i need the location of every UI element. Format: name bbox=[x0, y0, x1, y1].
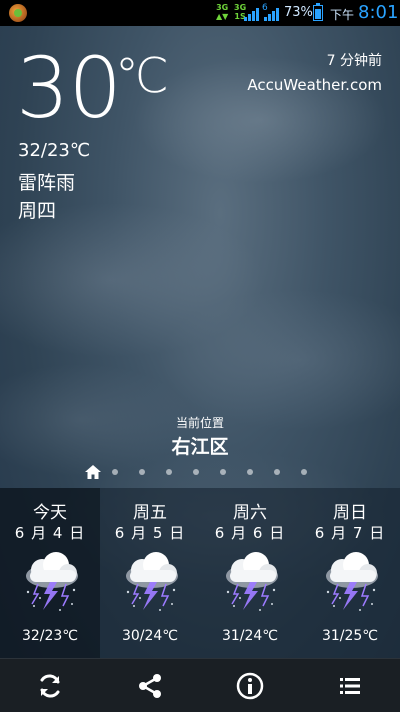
hi-lo-temperature: 32/23℃ bbox=[18, 140, 91, 161]
battery-percent: 73% bbox=[284, 5, 313, 20]
page-dot[interactable] bbox=[220, 469, 226, 475]
status-bar: 3G ▲▼ 3G 1S 6 73% 下午 8:01 bbox=[0, 0, 400, 26]
forecast-date: 6 月 7 日 bbox=[314, 524, 386, 542]
info-button[interactable] bbox=[200, 659, 300, 712]
current-temperature: 30 bbox=[16, 39, 122, 137]
thunderstorm-icon bbox=[216, 548, 286, 618]
battery-icon bbox=[313, 3, 323, 21]
forecast-day-friday[interactable]: 周五 6 月 5 日 30/24℃ bbox=[100, 488, 200, 658]
page-dot[interactable] bbox=[247, 469, 253, 475]
forecast-day-saturday[interactable]: 周六 6 月 6 日 31/24℃ bbox=[200, 488, 300, 658]
network-indicator-1: 3G ▲▼ bbox=[216, 3, 229, 21]
forecast-day-sunday[interactable]: 周日 6 月 7 日 31/25℃ bbox=[300, 488, 400, 658]
share-icon bbox=[139, 673, 161, 698]
forecast-day-name: 周五 bbox=[133, 503, 167, 523]
page-dot[interactable] bbox=[112, 469, 118, 475]
forecast-temperature: 30/24℃ bbox=[121, 628, 179, 644]
forecast-temperature: 31/25℃ bbox=[321, 628, 379, 644]
thunderstorm-icon bbox=[316, 548, 386, 618]
thunderstorm-icon bbox=[16, 548, 86, 618]
update-time: 7 分钟前 bbox=[326, 53, 382, 69]
weather-condition: 雷阵雨 bbox=[18, 172, 76, 194]
page-dot[interactable] bbox=[166, 469, 172, 475]
home-icon[interactable] bbox=[84, 464, 102, 480]
forecast-date: 6 月 6 日 bbox=[214, 524, 286, 542]
clock-ampm: 下午 bbox=[330, 8, 355, 22]
forecast-date: 6 月 4 日 bbox=[14, 524, 86, 542]
current-weekday: 周四 bbox=[18, 200, 57, 222]
page-dot[interactable] bbox=[139, 469, 145, 475]
forecast-day-today[interactable]: 今天 6 月 4 日 32/23℃ bbox=[0, 488, 100, 658]
temperature-unit: ℃ bbox=[115, 48, 169, 104]
page-dot[interactable] bbox=[301, 469, 307, 475]
forecast-day-name: 周六 bbox=[233, 503, 267, 523]
forecast-temperature: 31/24℃ bbox=[221, 628, 279, 644]
location-name[interactable]: 右江区 bbox=[0, 432, 400, 459]
page-dot[interactable] bbox=[193, 469, 199, 475]
signal-bars-icon bbox=[244, 5, 259, 21]
location-caption: 当前位置 bbox=[175, 416, 224, 430]
menu-icon bbox=[340, 677, 360, 694]
signal-bars-2-icon bbox=[264, 5, 279, 21]
share-button[interactable] bbox=[100, 659, 200, 712]
refresh-button[interactable] bbox=[0, 659, 100, 712]
app-notification-icon bbox=[9, 4, 27, 22]
info-icon bbox=[236, 672, 264, 699]
data-source-link[interactable]: AccuWeather.com bbox=[247, 76, 382, 94]
forecast-strip: 今天 6 月 4 日 32/23℃ 周五 6 月 5 日 30/24℃ 周六 6… bbox=[0, 488, 400, 658]
forecast-temperature: 32/23℃ bbox=[21, 628, 79, 644]
forecast-day-name: 周日 bbox=[333, 503, 367, 523]
menu-button[interactable] bbox=[300, 659, 400, 712]
forecast-day-name: 今天 bbox=[33, 503, 67, 523]
thunderstorm-icon bbox=[116, 548, 186, 618]
clock-time: 8:01 bbox=[358, 2, 399, 23]
forecast-date: 6 月 5 日 bbox=[114, 524, 186, 542]
page-indicator[interactable] bbox=[84, 464, 328, 480]
refresh-icon bbox=[40, 674, 60, 697]
bottom-toolbar bbox=[0, 658, 400, 712]
page-dot[interactable] bbox=[274, 469, 280, 475]
